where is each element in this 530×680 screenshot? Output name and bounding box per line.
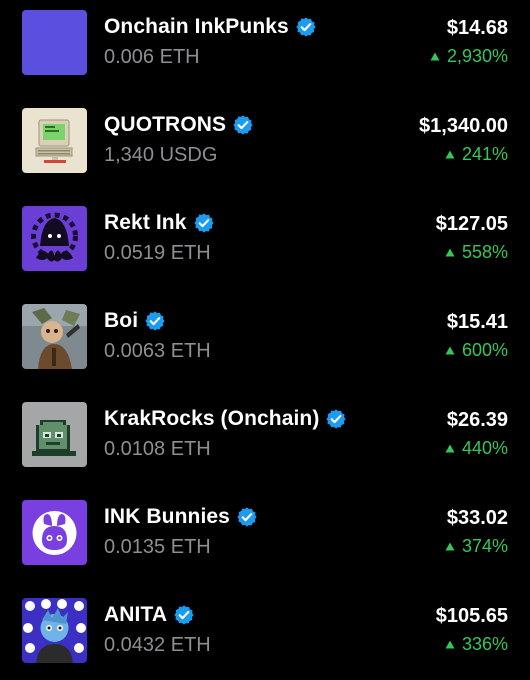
collection-name: Rekt Ink — [104, 211, 187, 234]
percent-change: 440% — [445, 438, 508, 459]
pixel-rock-thumbnail — [22, 402, 87, 467]
floor-price: 0.0432 ETH — [104, 634, 211, 656]
collection-row[interactable]: INK Bunnies 0.0135 ETH $33.02 374% — [0, 490, 530, 580]
usd-price: $15.41 — [446, 311, 508, 333]
percent-change-value: 558% — [461, 242, 508, 262]
collection-row[interactable]: QUOTRONS 1,340 USDG $1,340.00 241% — [0, 98, 530, 188]
usd-price: $33.02 — [446, 507, 508, 529]
percent-change: 374% — [445, 536, 508, 557]
character-art-thumbnail — [22, 304, 87, 369]
percent-change: 558% — [445, 242, 508, 263]
verified-badge-icon — [144, 310, 166, 332]
floor-price: 0.0519 ETH — [104, 242, 211, 264]
purple-square-thumbnail — [22, 10, 87, 75]
verified-badge-icon — [193, 212, 215, 234]
percent-change-value: 374% — [461, 536, 508, 556]
bunny-logo-thumbnail — [22, 500, 87, 565]
collection-row[interactable]: KrakRocks (Onchain) 0.0108 ETH $26.39 44… — [0, 392, 530, 482]
floor-price: 0.0108 ETH — [104, 438, 211, 460]
verified-badge-icon — [173, 604, 195, 626]
percent-change: 2,930% — [430, 46, 508, 67]
up-triangle-icon — [445, 248, 455, 257]
floor-price: 0.0135 ETH — [104, 536, 211, 558]
verified-badge-icon — [236, 506, 258, 528]
retro-computer-thumbnail — [22, 108, 87, 173]
usd-price: $105.65 — [435, 605, 508, 627]
collection-row[interactable]: ANITA 0.0432 ETH $105.65 336% — [0, 588, 530, 678]
percent-change-value: 600% — [461, 340, 508, 360]
collection-name: Onchain InkPunks — [104, 15, 289, 38]
usd-price: $26.39 — [446, 409, 508, 431]
collection-name: ANITA — [104, 603, 168, 626]
percent-change-value: 440% — [461, 438, 508, 458]
floor-price: 1,340 USDG — [104, 144, 218, 166]
usd-price: $14.68 — [446, 17, 508, 39]
percent-change: 241% — [445, 144, 508, 165]
up-triangle-icon — [445, 542, 455, 551]
up-triangle-icon — [445, 640, 455, 649]
percent-change: 600% — [445, 340, 508, 361]
up-triangle-icon — [430, 52, 440, 61]
percent-change-value: 241% — [461, 144, 508, 164]
usd-price: $1,340.00 — [419, 115, 508, 137]
percent-change-value: 336% — [461, 634, 508, 654]
percent-change: 336% — [445, 634, 508, 655]
up-triangle-icon — [445, 444, 455, 453]
usd-price: $127.05 — [435, 213, 508, 235]
collection-name: INK Bunnies — [104, 505, 230, 528]
verified-badge-icon — [325, 408, 347, 430]
collection-name: Boi — [104, 309, 139, 332]
collection-name: QUOTRONS — [104, 113, 227, 136]
blue-character-thumbnail — [22, 598, 87, 663]
collection-row[interactable]: Boi 0.0063 ETH $15.41 600% — [0, 294, 530, 384]
verified-badge-icon — [295, 16, 317, 38]
up-triangle-icon — [445, 150, 455, 159]
verified-badge-icon — [232, 114, 254, 136]
floor-price: 0.006 ETH — [104, 46, 200, 68]
collection-row[interactable]: Rekt Ink 0.0519 ETH $127.05 558% — [0, 196, 530, 286]
percent-change-value: 2,930% — [446, 46, 508, 66]
floor-price: 0.0063 ETH — [104, 340, 211, 362]
hooded-octopus-thumbnail — [22, 206, 87, 271]
collection-row[interactable]: Onchain InkPunks 0.006 ETH $14.68 2,930% — [0, 0, 530, 90]
up-triangle-icon — [445, 346, 455, 355]
collection-name: KrakRocks (Onchain) — [104, 407, 320, 430]
